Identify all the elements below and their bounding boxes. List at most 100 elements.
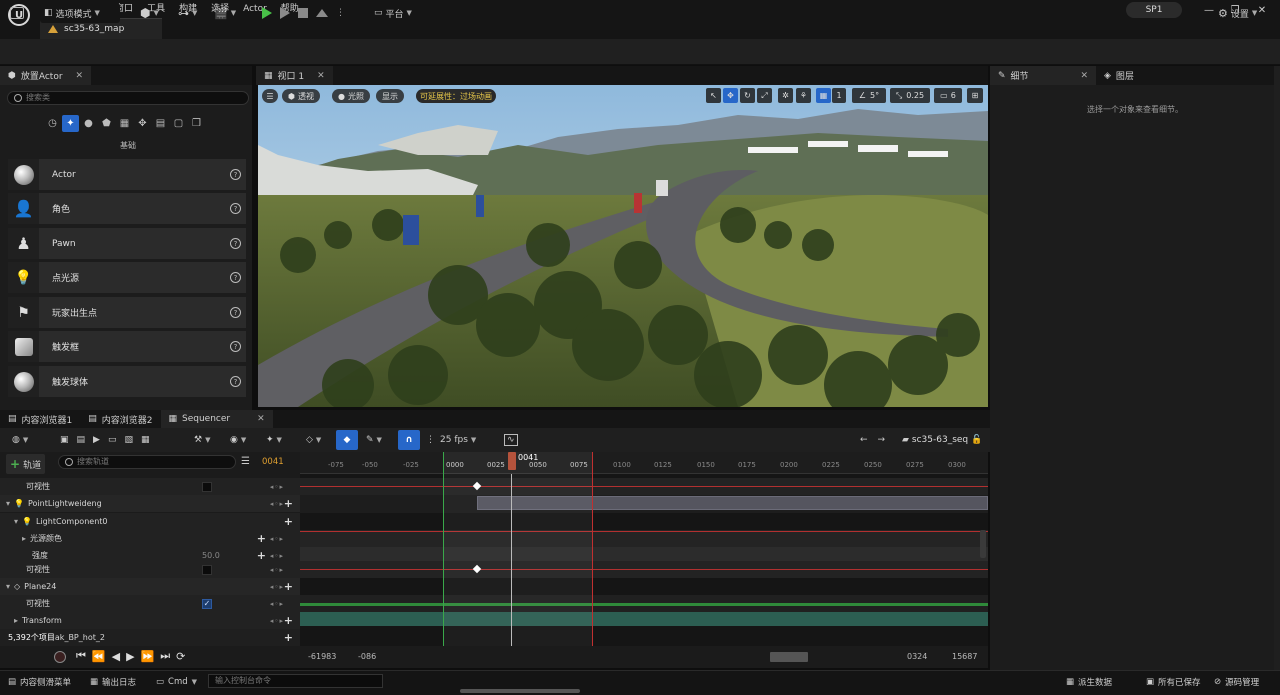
show-button[interactable]: 显示 — [376, 89, 404, 103]
content-browser-2-tab[interactable]: ▤ 内容浏览器2 — [80, 409, 161, 429]
right-scrollbar[interactable] — [1274, 66, 1280, 672]
scale-snap[interactable]: ⤡ 0.25 — [890, 88, 930, 103]
step-back-icon[interactable]: ◀ — [112, 650, 120, 663]
back-arrow-icon[interactable]: ← — [860, 435, 868, 445]
close-tab-icon[interactable]: ✕ — [76, 71, 84, 81]
actor-search-input[interactable]: 搜索类 — [7, 91, 249, 105]
scalability-warning[interactable]: 可延展性：过场动画 — [416, 89, 496, 103]
help-icon[interactable]: ? — [230, 238, 241, 249]
record-icon[interactable] — [54, 651, 66, 663]
lit-button[interactable]: ● 光照 — [332, 89, 370, 103]
camera-speed[interactable]: ▭ 6 — [934, 88, 962, 103]
content-browser-1-tab[interactable]: ▤ 内容浏览器1 — [0, 409, 81, 429]
expand-arrow-icon[interactable]: ▸ — [22, 534, 26, 543]
volumes-icon[interactable]: ▢ — [170, 115, 187, 132]
more-options-icon[interactable]: ⋮ — [336, 8, 345, 18]
track-row[interactable]: ▾ 💡 LightComponent0 + — [0, 513, 300, 530]
viewport-tab[interactable]: ▦ 视口 1 ✕ — [256, 66, 333, 85]
cmd-dropdown[interactable]: ▭ Cmd ▼ — [150, 673, 203, 691]
view-button[interactable]: ◉ ▼ — [226, 430, 250, 450]
actor-item-character[interactable]: 👤 角色 ? — [8, 193, 246, 224]
perspective-button[interactable]: ⬢ 透视 — [282, 89, 320, 103]
help-icon[interactable]: ? — [230, 341, 241, 352]
playback-start[interactable]: -086 — [358, 652, 376, 661]
translate-mode-icon[interactable]: ✥ — [723, 88, 738, 103]
details-tab[interactable]: ✎ 细节 ✕ — [990, 66, 1096, 85]
bottom-scrollbar[interactable] — [460, 689, 580, 693]
settings-icon[interactable]: ▦ — [141, 435, 150, 445]
play-forward-icon[interactable]: ▶ — [126, 650, 134, 663]
snap-button[interactable]: ∩ — [398, 430, 420, 450]
curve-editor-button[interactable]: ∿ — [500, 430, 522, 450]
place-actors-tab[interactable]: ⬢ 放置Actor ✕ — [0, 66, 92, 85]
playback-button[interactable]: ✦ ▼ — [262, 430, 286, 450]
time-ruler[interactable]: -075 -050 -025 0000 0025 0050 0075 0100 … — [300, 452, 988, 474]
jump-start-icon[interactable]: ⏮ — [76, 649, 86, 663]
sequence-breadcrumb[interactable]: ▰ sc35-63_seq 🔓 — [898, 430, 986, 450]
save-button[interactable] — [6, 3, 28, 23]
add-track-icon[interactable]: + — [284, 497, 293, 510]
eject-icon[interactable] — [316, 9, 328, 17]
cinematics-button[interactable]: 🎬 ▼ — [210, 3, 240, 23]
help-icon[interactable]: ? — [230, 376, 241, 387]
profile-badge[interactable]: SP1 — [1126, 2, 1182, 18]
add-track-button[interactable]: + 轨道 — [6, 454, 46, 474]
track-row[interactable]: ▾ 💡 PointLightweideng ◂◦▸ + — [0, 495, 300, 512]
all-saved-button[interactable]: ▣ 所有已保存 — [1140, 673, 1207, 691]
playhead-handle[interactable] — [508, 452, 516, 470]
stop-icon[interactable] — [298, 8, 308, 18]
track-row[interactable]: 可视性 ✓ ◂◦▸ — [0, 595, 300, 612]
tools-button[interactable]: ⚒ ▼ — [190, 430, 214, 450]
add-track-icon[interactable]: + — [284, 614, 293, 627]
visibility-checkbox[interactable] — [202, 564, 212, 575]
actor-item-player-start[interactable]: ⚑ 玩家出生点 ? — [8, 297, 246, 328]
track-timeline[interactable] — [300, 474, 988, 646]
mode-dropdown[interactable]: ◧ 选项模式 ▼ — [40, 3, 120, 23]
key-nav-icon[interactable]: ◂◦▸ — [270, 483, 284, 491]
actor-item-actor[interactable]: Actor ? — [8, 159, 246, 190]
close-tab-icon[interactable]: ✕ — [317, 71, 325, 81]
key-mode-button[interactable]: ◇ ▼ — [302, 430, 325, 450]
derived-data-button[interactable]: ▦ 派生数据 — [1060, 673, 1118, 691]
playback-end[interactable]: 0324 — [907, 652, 927, 661]
camera-add-icon[interactable]: ▭ — [108, 435, 117, 445]
visibility-checkbox[interactable] — [202, 481, 212, 492]
track-row[interactable]: ▸ Transform ◂◦▸ + — [0, 612, 300, 629]
view-start[interactable]: -61983 — [308, 652, 336, 661]
fps-dropdown[interactable]: 25 fps ▼ — [436, 430, 480, 450]
collapse-arrow-icon[interactable]: ▾ — [6, 582, 10, 591]
help-icon[interactable]: ? — [230, 169, 241, 180]
key-nav-icon[interactable]: ◂◦▸ — [270, 600, 284, 608]
visibility-checkbox-checked[interactable]: ✓ — [202, 598, 212, 609]
recent-icon[interactable]: ◷ — [44, 115, 61, 132]
output-log-button[interactable]: ▦ 输出日志 — [84, 673, 142, 691]
filter-icon[interactable]: ☰ — [241, 456, 250, 467]
blueprint-button[interactable]: ⊶ ▼ — [174, 3, 201, 23]
world-local-icon[interactable]: ✲ — [778, 88, 793, 103]
key-nav-icon[interactable]: ◂◦▸ — [270, 617, 284, 625]
close-tab-icon[interactable]: ✕ — [257, 414, 265, 424]
close-tab-icon[interactable]: ✕ — [1080, 71, 1088, 81]
content-drawer-button[interactable]: ▤ 内容侧滑菜单 — [2, 673, 77, 691]
actor-item-trigger-sphere[interactable]: 触发球体 ? — [8, 366, 246, 397]
start-marker[interactable] — [443, 474, 444, 646]
prev-key-icon[interactable]: ⏪ — [92, 650, 106, 663]
console-input[interactable]: 输入控制台命令 — [208, 674, 383, 688]
current-frame[interactable]: 0041 — [262, 457, 284, 467]
key-nav-icon[interactable]: ◂◦▸ — [270, 500, 284, 508]
edit-mode-button[interactable]: ✎ ▼ — [362, 430, 386, 450]
level-viewport[interactable]: ☰ ⬢ 透视 ● 光照 显示 可延展性：过场动画 ↖ ✥ ↻ ⤢ ✲ ⚘ ▦ 1 ∠… — [258, 85, 988, 407]
help-icon[interactable]: ? — [230, 272, 241, 283]
visual-effects-icon[interactable]: ✥ — [134, 115, 151, 132]
settings-dropdown[interactable]: ⚙ 设置 ▼ — [1214, 3, 1261, 23]
transform-section[interactable] — [300, 612, 988, 626]
lock-icon[interactable]: 🔓 — [971, 435, 982, 445]
help-icon[interactable]: ? — [230, 307, 241, 318]
platform-dropdown[interactable]: ▭ 平台 ▼ — [370, 3, 416, 23]
view-end[interactable]: 15687 — [952, 652, 977, 661]
track-row[interactable]: ▾ ◇ Plane24 ◂◦▸ + — [0, 578, 300, 595]
key-nav-icon[interactable]: ◂◦▸ — [270, 552, 284, 560]
end-marker[interactable] — [592, 474, 593, 646]
add-track-icon[interactable]: + — [284, 515, 293, 528]
actor-item-pawn[interactable]: ♟ Pawn ? — [8, 228, 246, 259]
